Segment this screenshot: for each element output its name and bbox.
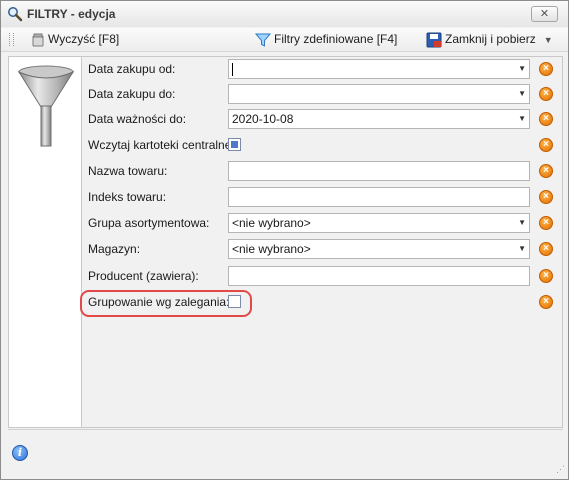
row-purchase-to: Data zakupu do: ▼ × [82, 83, 563, 105]
resize-grip[interactable]: ⋰ [556, 464, 565, 475]
large-funnel-icon [17, 65, 75, 147]
close-and-fetch-label: Zamknij i pobierz [445, 32, 536, 46]
warehouse-select[interactable]: <nie wybrano> ▼ [228, 239, 530, 259]
expiry-date-field[interactable]: 2020-10-08 ▼ [228, 109, 530, 129]
load-central-checkbox[interactable] [228, 138, 241, 151]
row-warehouse: Magazyn: <nie wybrano> ▼ × [82, 238, 563, 260]
clear-x-icon[interactable]: × [539, 269, 553, 283]
row-producer: Producent (zawiera): × [82, 265, 563, 287]
clear-x-icon[interactable]: × [539, 164, 553, 178]
product-group-label: Grupa asortymentowa: [88, 216, 210, 230]
row-product-index: Indeks towaru: × [82, 186, 563, 208]
row-product-name: Nazwa towaru: × [82, 160, 563, 182]
chevron-down-icon[interactable]: ▼ [544, 35, 553, 45]
clear-x-icon[interactable]: × [539, 138, 553, 152]
close-window-button[interactable]: ✕ [531, 6, 558, 22]
clear-filters-button[interactable]: Wyczyść [F8] [31, 31, 119, 48]
status-divider [8, 429, 563, 430]
producer-label: Producent (zawiera): [88, 269, 199, 283]
clear-x-icon[interactable]: × [539, 295, 553, 309]
info-icon[interactable]: i [12, 445, 28, 461]
clear-filters-label: Wyczyść [F8] [48, 32, 120, 46]
close-and-fetch-button[interactable]: Zamknij i pobierz ▼ [426, 31, 553, 48]
clear-x-icon[interactable]: × [539, 112, 553, 126]
window-title: FILTRY - edycja [27, 7, 116, 21]
purchase-from-date-field[interactable]: ▼ [228, 59, 530, 79]
row-product-group: Grupa asortymentowa: <nie wybrano> ▼ × [82, 212, 563, 234]
chevron-down-icon[interactable]: ▼ [518, 85, 526, 103]
toolbar: Wyczyść [F8] Filtry zdefiniowane [F4] Za… [1, 28, 568, 52]
load-central-label: Wczytaj kartoteki centralne: [88, 138, 235, 152]
highlight-outline [80, 290, 252, 317]
eraser-icon [32, 33, 44, 47]
defined-filters-button[interactable]: Filtry zdefiniowane [F4] [254, 31, 398, 48]
chevron-down-icon[interactable]: ▼ [518, 214, 526, 232]
expiry-date-label: Data ważności do: [88, 112, 187, 126]
magnifier-icon [8, 7, 23, 22]
product-index-input[interactable] [228, 187, 530, 207]
toolbar-grip[interactable] [9, 33, 14, 46]
warehouse-label: Magazyn: [88, 242, 141, 256]
clear-x-icon[interactable]: × [539, 87, 553, 101]
chevron-down-icon[interactable]: ▼ [518, 240, 526, 258]
funnel-icon [254, 33, 272, 47]
save-close-icon [426, 32, 442, 48]
product-name-input[interactable] [228, 161, 530, 181]
chevron-down-icon[interactable]: ▼ [518, 60, 526, 78]
row-purchase-from: Data zakupu od: ▼ × [82, 58, 563, 80]
purchase-to-label: Data zakupu do: [88, 87, 176, 101]
clear-x-icon[interactable]: × [539, 216, 553, 230]
product-group-select[interactable]: <nie wybrano> ▼ [228, 213, 530, 233]
filter-dialog: FILTRY - edycja ✕ Wyczyść [F8] Filtry zd… [0, 0, 569, 480]
filter-form: Data zakupu od: ▼ × Data zakupu do: ▼ × … [82, 56, 563, 428]
product-index-label: Indeks towaru: [88, 190, 167, 204]
filter-image-panel [8, 56, 82, 428]
title-bar: FILTRY - edycja ✕ [1, 1, 568, 27]
row-expiry-date: Data ważności do: 2020-10-08 ▼ × [82, 108, 563, 130]
text-caret [232, 63, 233, 77]
defined-filters-label: Filtry zdefiniowane [F4] [274, 32, 398, 46]
purchase-to-date-field[interactable]: ▼ [228, 84, 530, 104]
product-name-label: Nazwa towaru: [88, 164, 168, 178]
purchase-from-label: Data zakupu od: [88, 62, 176, 76]
clear-x-icon[interactable]: × [539, 190, 553, 204]
row-load-central: Wczytaj kartoteki centralne: × [82, 134, 563, 156]
close-icon: ✕ [539, 8, 550, 20]
chevron-down-icon[interactable]: ▼ [518, 110, 526, 128]
producer-input[interactable] [228, 266, 530, 286]
clear-x-icon[interactable]: × [539, 62, 553, 76]
clear-x-icon[interactable]: × [539, 242, 553, 256]
